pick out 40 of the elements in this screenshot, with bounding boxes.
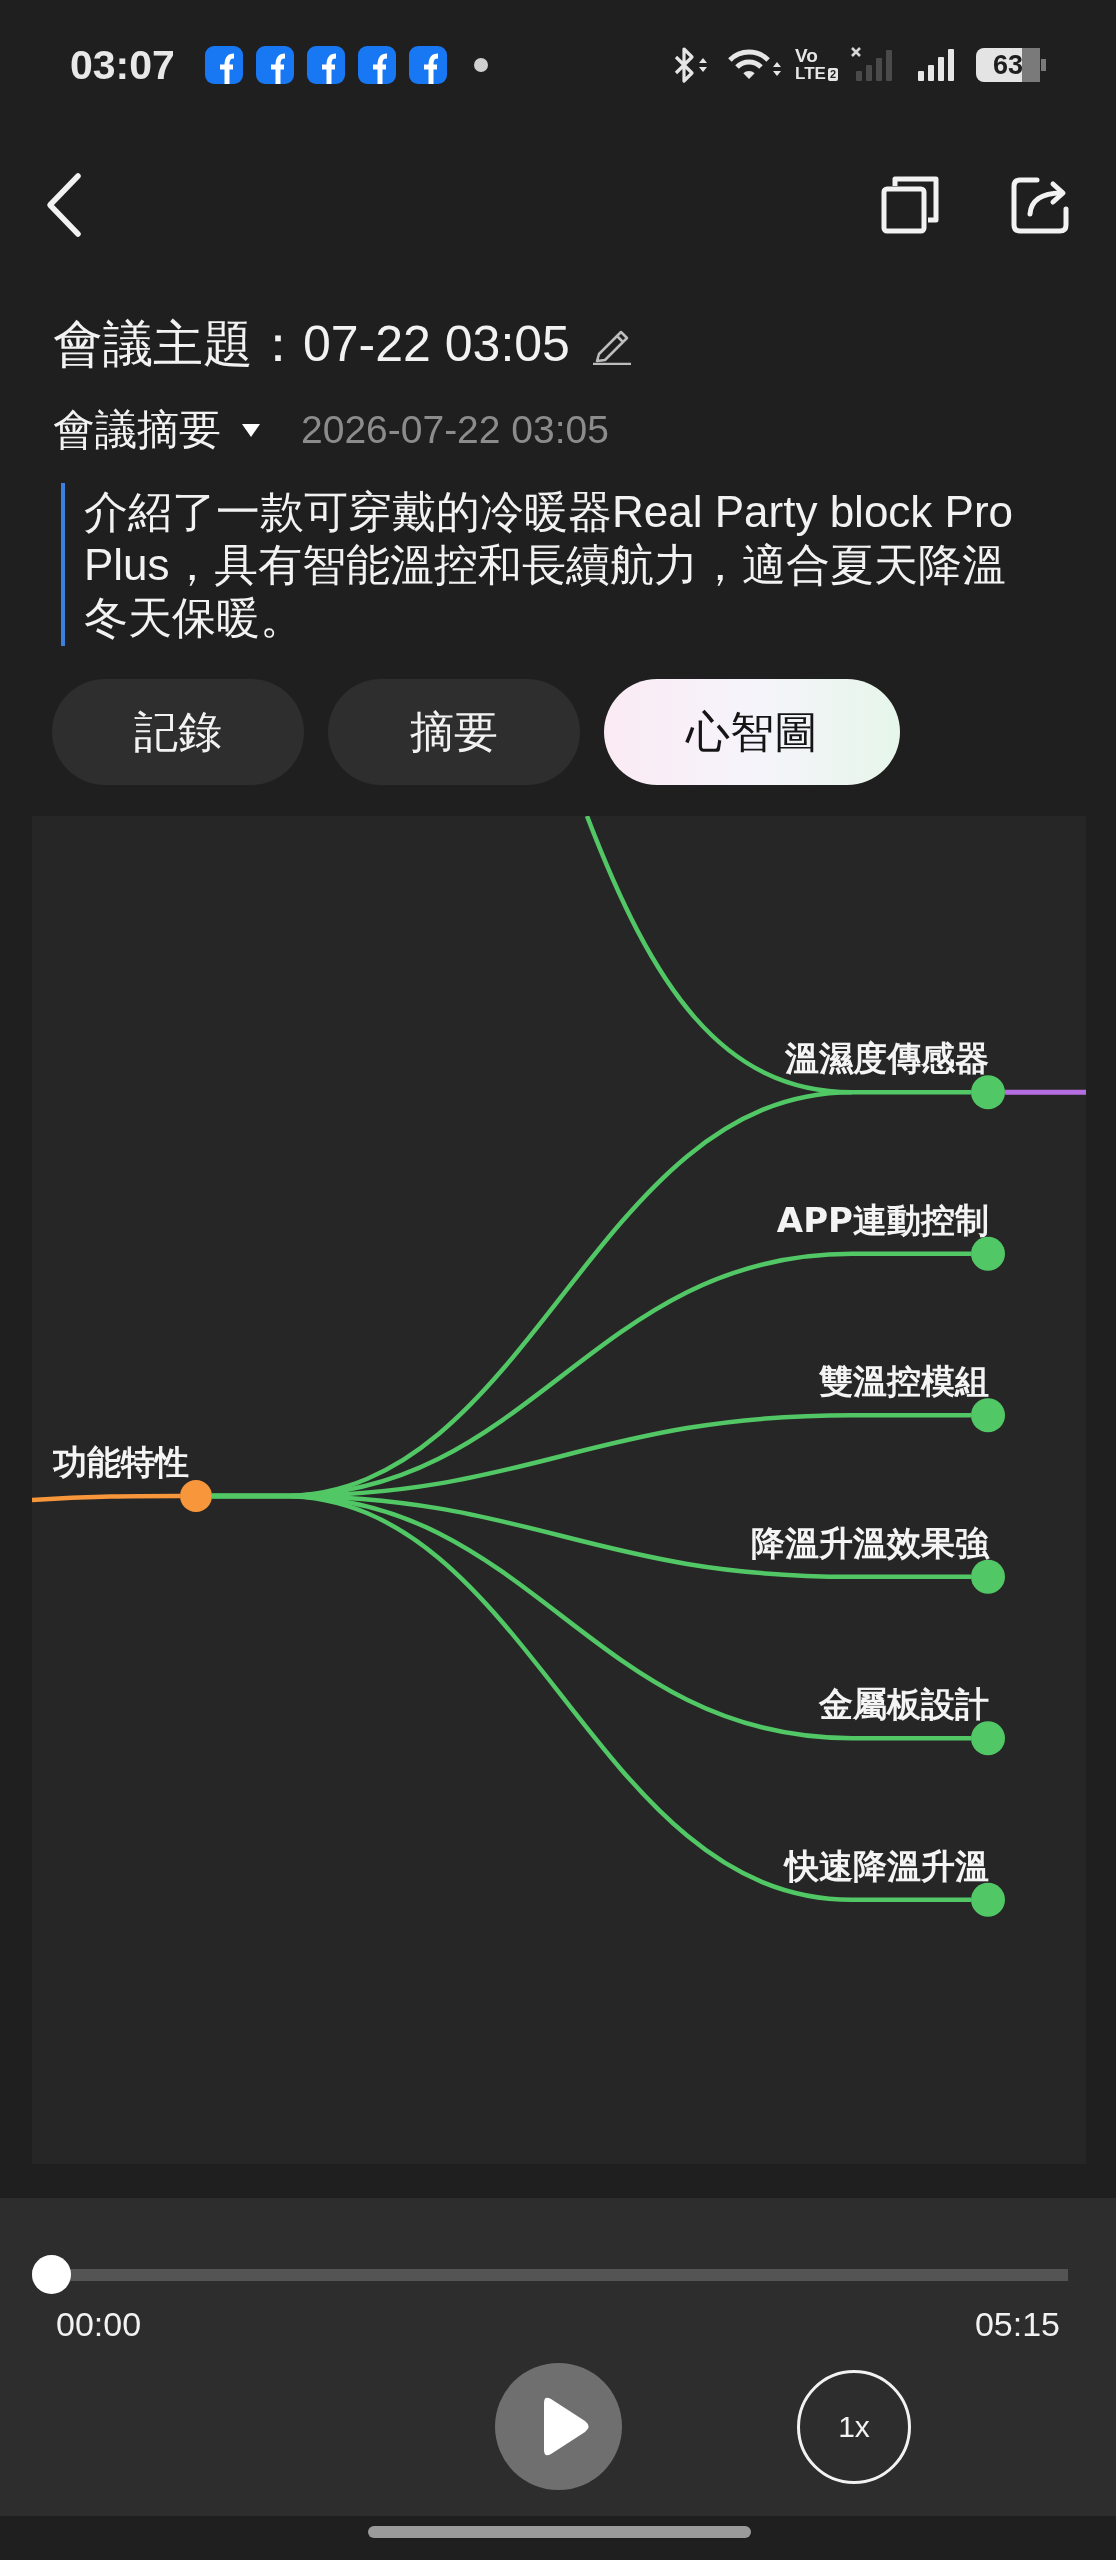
app-notification-icon	[255, 46, 294, 84]
node-label: 金屬板設計	[819, 1684, 989, 1725]
node-dot-icon[interactable]	[971, 1236, 1005, 1271]
meeting-title: 會議主題：07-22 03:05	[53, 315, 570, 374]
back-icon[interactable]	[44, 172, 84, 238]
node-label: 降溫升溫效果強	[751, 1522, 989, 1563]
battery-indicator: 63	[976, 48, 1046, 82]
node-dot-icon[interactable]	[180, 1480, 212, 1512]
network-type-label: Vo	[795, 47, 819, 65]
node-dot-icon[interactable]	[971, 1398, 1005, 1433]
network-type-label: LTE	[795, 65, 826, 83]
share-icon[interactable]	[1011, 176, 1069, 234]
view-tab[interactable]: 心智圖	[604, 679, 900, 785]
app-notification-icon	[204, 46, 243, 84]
play-button[interactable]	[495, 2363, 622, 2490]
node-label: 功能特性	[53, 1442, 189, 1482]
elapsed-time: 00:00	[56, 2304, 142, 2344]
total-duration: 05:15	[974, 2304, 1060, 2344]
node-label: 快速降溫升溫	[785, 1845, 989, 1886]
app-notification-icon	[408, 46, 447, 84]
node-dot-icon[interactable]	[971, 1721, 1005, 1756]
playback-speed-button[interactable]: 1x	[797, 2369, 911, 2484]
more-notifications-icon	[473, 58, 488, 72]
status-time: 03:07	[70, 44, 175, 86]
sim-slot-badge: 2	[827, 67, 838, 81]
app-notification-icon	[357, 46, 396, 84]
summary-toggle[interactable]: 會議摘要	[53, 405, 261, 455]
copy-icon[interactable]	[881, 176, 939, 234]
node-dot-icon[interactable]	[971, 1075, 1005, 1110]
node-label: 溫濕度傳感器	[785, 1038, 989, 1079]
node-dot-icon[interactable]	[971, 1882, 1005, 1917]
seek-thumb[interactable]	[32, 2255, 71, 2294]
app-notification-icon	[306, 46, 345, 84]
node-label: 雙溫控模組	[819, 1361, 989, 1402]
summary-date: 2026-07-22 03:05	[301, 408, 609, 452]
node-dot-icon[interactable]	[971, 1559, 1005, 1594]
view-tab[interactable]: 記錄	[52, 679, 304, 785]
view-tab[interactable]: 摘要	[328, 679, 580, 785]
node-label: APP連動控制	[776, 1199, 989, 1240]
summary-text: 介紹了一款可穿戴的冷暖器Real Party block Pro Plus，具有智能溫控和長續航力，適合夏天降溫冬天保暖。	[84, 486, 1015, 644]
